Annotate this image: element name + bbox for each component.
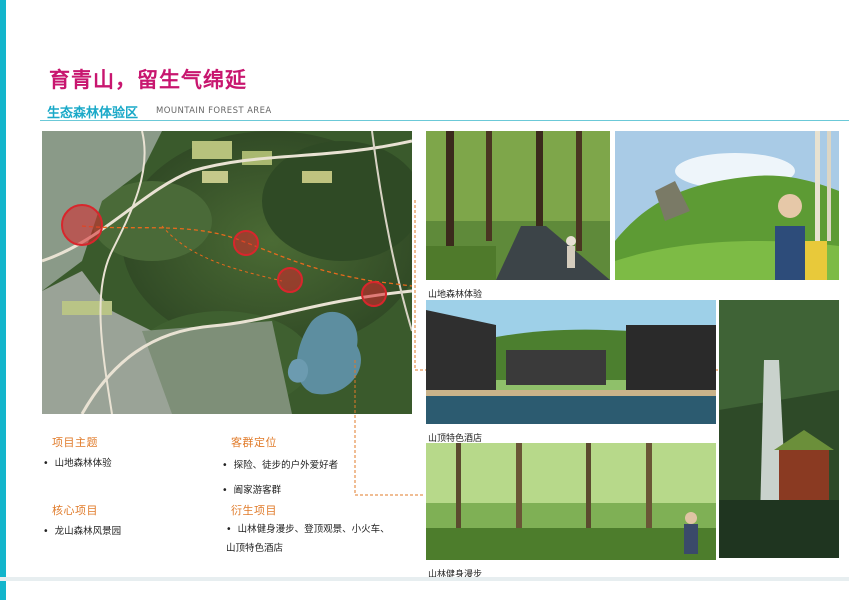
mountain-hotel-image [426,300,716,424]
waterfall-cabin-image [719,300,839,558]
core-item: • 龙山森林风景园 [43,526,122,537]
connector-lines [354,200,425,496]
forest-path-image [426,131,610,280]
audience-item-1: • 探险、徒步的户外爱好者 [222,460,339,471]
forest-walk-image [426,443,716,560]
title-divider [40,120,849,121]
photo-mountain-hotel [426,300,716,424]
caption-forest-experience: 山地森林体验 [428,290,483,300]
section-title-en: MOUNTAIN FOREST AREA [156,106,272,116]
section-title-zh: 生态森林体验区 [47,106,139,121]
heading-core: 核心项目 [52,504,98,517]
heading-theme: 项目主题 [52,436,98,449]
heading-audience: 客群定位 [231,436,277,449]
photo-waterfall-cabin [719,300,839,558]
map-marker-1 [61,204,103,246]
family-mountain-image [615,131,839,280]
theme-item: • 山地森林体验 [43,458,112,469]
bottom-band [0,577,849,581]
map-marker-3 [277,267,303,293]
photo-family-mountain [615,131,839,280]
map-marker-2 [233,230,259,256]
photo-forest-path [426,131,610,280]
derived-item-line1: • 山林健身漫步、登顶观景、小火车、 [226,524,390,535]
photo-forest-walk [426,443,716,560]
audience-item-2: • 阖家游客群 [222,485,282,496]
page-title: 育青山，留生气绵延 [49,68,247,92]
heading-derived: 衍生项目 [231,504,277,517]
derived-item-line2: 山顶特色酒店 [226,543,284,554]
left-accent-bar [0,0,6,600]
